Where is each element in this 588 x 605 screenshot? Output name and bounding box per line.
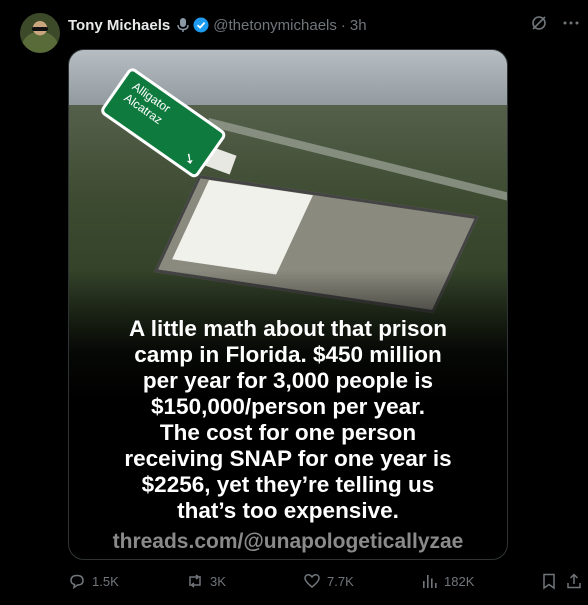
image-caption: A little math about that prison camp in … xyxy=(69,316,507,524)
share-icon xyxy=(567,573,581,589)
views-count: 182K xyxy=(444,573,475,589)
reply-count: 1.5K xyxy=(92,573,119,589)
post-image[interactable]: Alligator Alcatraz ➘ A little math about… xyxy=(68,49,508,560)
bookmark-button[interactable] xyxy=(540,572,558,590)
caption-line: receiving SNAP for one year is xyxy=(124,446,452,471)
reply-icon xyxy=(70,574,84,590)
post-top-actions xyxy=(530,14,580,37)
like-count: 7.7K xyxy=(327,573,354,589)
post-actions: 1.5K 3K 7.7K 182K xyxy=(68,572,581,594)
caption-line: that’s too expensive. xyxy=(177,498,399,523)
post[interactable]: Tony Michaels @thetonymichaels · 3h Alli… xyxy=(0,0,588,605)
views-chart-icon xyxy=(423,575,437,588)
post-header: Tony Michaels @thetonymichaels · 3h xyxy=(68,15,367,35)
caption-line: $150,000/person per year. xyxy=(151,394,425,419)
bookmark-icon xyxy=(543,573,555,590)
image-credit: threads.com/@unapologeticallyzae xyxy=(112,530,464,553)
views-button[interactable]: 182K xyxy=(420,572,474,590)
like-button[interactable]: 7.7K xyxy=(303,572,354,590)
sign-arrow-icon: ➘ xyxy=(180,148,200,169)
verified-badge-icon xyxy=(193,17,209,33)
caption-line: The cost for one person xyxy=(159,420,417,445)
repost-count: 3K xyxy=(210,573,226,589)
repost-icon xyxy=(189,574,201,588)
heart-icon xyxy=(304,574,320,588)
caption-line: camp in Florida. $450 million xyxy=(134,342,442,367)
reply-button[interactable]: 1.5K xyxy=(68,572,119,590)
repost-button[interactable]: 3K xyxy=(186,572,226,590)
post-time[interactable]: 3h xyxy=(350,17,367,34)
caption-line: A little math about that prison xyxy=(129,316,447,341)
author-name[interactable]: Tony Michaels xyxy=(68,17,170,34)
grok-icon[interactable] xyxy=(530,14,548,37)
more-options-icon[interactable] xyxy=(562,14,580,37)
author-handle[interactable]: @thetonymichaels xyxy=(213,17,337,34)
microphone-icon xyxy=(177,18,189,32)
caption-line: $2256, yet they’re telling us xyxy=(141,472,435,497)
separator-dot: · xyxy=(340,16,346,34)
caption-line: per year for 3,000 people is xyxy=(142,368,434,393)
share-button[interactable] xyxy=(565,572,583,590)
avatar[interactable] xyxy=(20,13,60,53)
